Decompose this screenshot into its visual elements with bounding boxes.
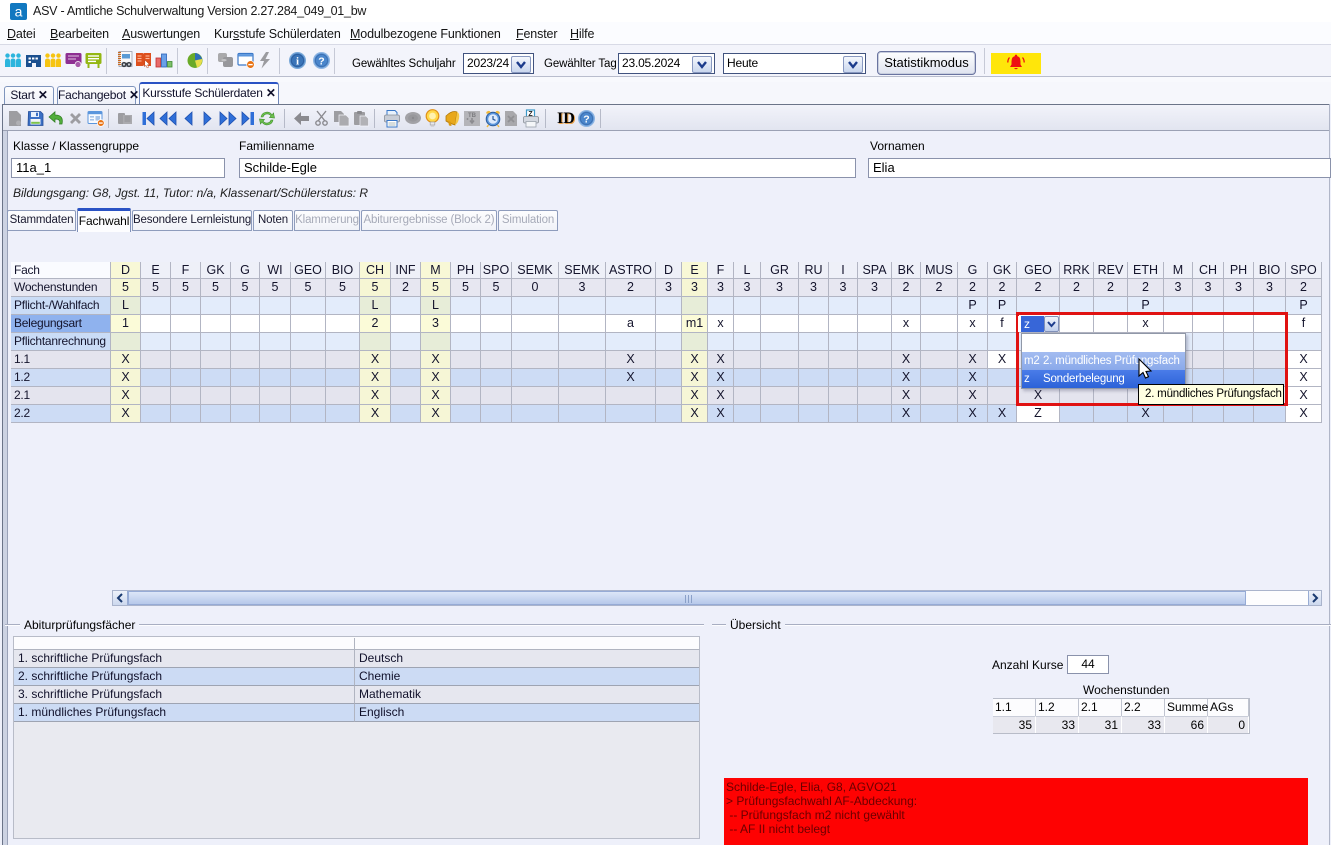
svg-text:?: ? [318, 55, 324, 67]
svg-text:a: a [15, 4, 23, 20]
svg-text:i: i [296, 56, 299, 68]
svg-text:?: ? [583, 113, 589, 125]
